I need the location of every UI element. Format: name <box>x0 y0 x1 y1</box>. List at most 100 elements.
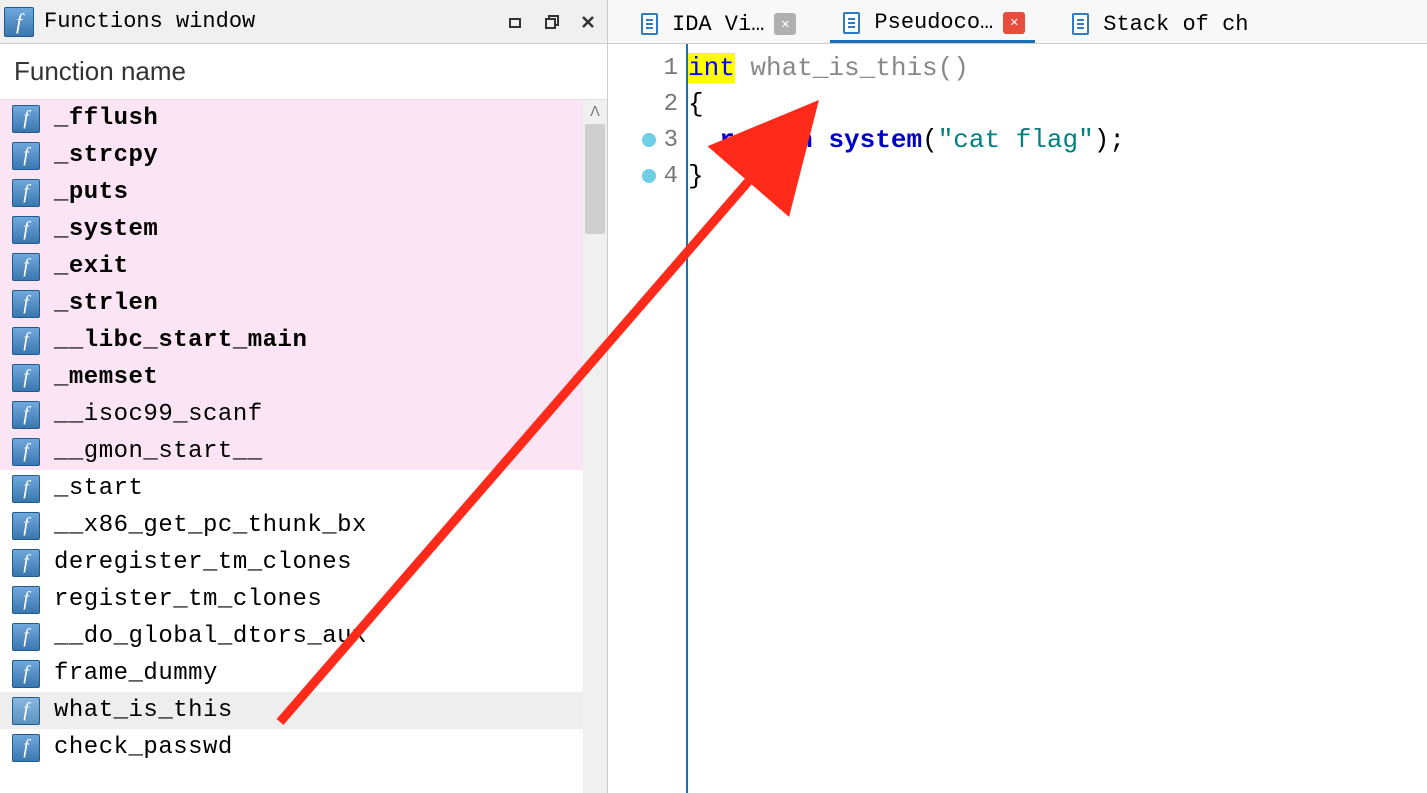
panel-title: Functions window <box>44 9 495 34</box>
scroll-thumb[interactable] <box>585 124 605 234</box>
gutter-row[interactable]: 2 <box>608 86 686 122</box>
function-icon: f <box>12 105 40 133</box>
function-icon: f <box>12 142 40 170</box>
string-literal: "cat flag" <box>938 125 1094 155</box>
function-row[interactable]: f __do_global_dtors_aux <box>0 618 607 655</box>
function-icon: f <box>12 253 40 281</box>
popout-button[interactable] <box>537 7 567 37</box>
function-icon: f <box>12 438 40 466</box>
function-name: _system <box>54 216 158 243</box>
breakpoint-dot[interactable] <box>642 169 656 183</box>
gutter-row[interactable]: 3 <box>608 122 686 158</box>
function-name: _strlen <box>54 290 158 317</box>
keyword-return: return <box>719 125 813 155</box>
function-name: __isoc99_scanf <box>54 401 263 428</box>
function-row[interactable]: f _puts <box>0 174 607 211</box>
line-number: 3 <box>664 127 678 154</box>
tab-label: IDA Vi… <box>672 12 764 37</box>
line-number: 2 <box>664 91 678 118</box>
function-icon: f <box>12 290 40 318</box>
tab-label: Stack of ch <box>1103 12 1248 37</box>
function-name: _memset <box>54 364 158 391</box>
function-name: _fflush <box>54 105 158 132</box>
tabbar: IDA Vi… ✕ Pseudoco… ✕ Stack of ch <box>608 0 1427 44</box>
function-icon: f <box>12 734 40 762</box>
function-icon: f <box>12 623 40 651</box>
function-row[interactable]: f __x86_get_pc_thunk_bx <box>0 507 607 544</box>
function-icon: f <box>4 7 34 37</box>
document-icon <box>1069 12 1093 36</box>
function-row[interactable]: f _system <box>0 211 607 248</box>
function-icon: f <box>12 512 40 540</box>
document-icon <box>840 11 864 35</box>
code-area: 1 2 3 4 int what_is_this(){ return system("… <box>608 44 1427 793</box>
function-name: frame_dummy <box>54 660 218 687</box>
line-number: 4 <box>664 163 678 190</box>
code-line: } <box>688 158 1427 194</box>
function-row[interactable]: f _fflush <box>0 100 607 137</box>
keyword-int: int <box>688 53 735 83</box>
function-row[interactable]: f what_is_this <box>0 692 607 729</box>
function-name: __x86_get_pc_thunk_bx <box>54 512 367 539</box>
function-name: __do_global_dtors_aux <box>54 623 367 650</box>
function-icon: f <box>12 179 40 207</box>
tab-label: Pseudoco… <box>874 10 993 35</box>
fn-call: system <box>828 125 922 155</box>
function-icon: f <box>12 549 40 577</box>
tab[interactable]: Stack of ch <box>1059 5 1258 43</box>
code-line: int what_is_this() <box>688 50 1427 86</box>
close-icon[interactable]: ✕ <box>1003 12 1025 34</box>
function-row[interactable]: f _exit <box>0 248 607 285</box>
functions-panel: f Functions window Function name f _fflus… <box>0 0 608 793</box>
close-button[interactable] <box>573 7 603 37</box>
function-row[interactable]: f __gmon_start__ <box>0 433 607 470</box>
code-line: return system("cat flag"); <box>688 122 1427 158</box>
function-name: deregister_tm_clones <box>54 549 352 576</box>
gutter-row[interactable]: 4 <box>608 158 686 194</box>
document-icon <box>638 12 662 36</box>
function-row[interactable]: f _start <box>0 470 607 507</box>
function-row[interactable]: fframe_dummy <box>0 655 607 692</box>
function-row[interactable]: f deregister_tm_clones <box>0 544 607 581</box>
column-header-function-name[interactable]: Function name <box>0 44 607 100</box>
function-row[interactable]: f register_tm_clones <box>0 581 607 618</box>
fn-signature: what_is_this() <box>735 53 969 83</box>
function-list: f_fflushf_strcpyf_putsf_systemf_exitf_st… <box>0 100 607 766</box>
function-row[interactable]: f __libc_start_main <box>0 322 607 359</box>
close-icon[interactable]: ✕ <box>774 13 796 35</box>
function-name: check_passwd <box>54 734 233 761</box>
gutter: 1 2 3 4 <box>608 44 688 793</box>
function-name: _start <box>54 475 143 502</box>
function-icon: f <box>12 586 40 614</box>
function-icon: f <box>12 364 40 392</box>
function-icon: f <box>12 216 40 244</box>
function-name: register_tm_clones <box>54 586 322 613</box>
function-icon: f <box>12 401 40 429</box>
function-name: what_is_this <box>54 697 233 724</box>
pseudocode[interactable]: int what_is_this(){ return system("cat f… <box>688 44 1427 793</box>
function-name: __libc_start_main <box>54 327 307 354</box>
function-row[interactable]: f __isoc99_scanf <box>0 396 607 433</box>
function-name: _exit <box>54 253 129 280</box>
function-name: _strcpy <box>54 142 158 169</box>
tab[interactable]: Pseudoco… ✕ <box>830 5 1035 43</box>
function-name: __gmon_start__ <box>54 438 263 465</box>
function-name: _puts <box>54 179 129 206</box>
breakpoint-dot[interactable] <box>642 133 656 147</box>
function-row[interactable]: f _strcpy <box>0 137 607 174</box>
function-list-container: f_fflushf_strcpyf_putsf_systemf_exitf_st… <box>0 100 607 793</box>
function-row[interactable]: f _strlen <box>0 285 607 322</box>
function-icon: f <box>12 327 40 355</box>
function-icon: f <box>12 697 40 725</box>
scroll-up-arrow[interactable]: ᐱ <box>583 100 607 124</box>
restore-button[interactable] <box>501 7 531 37</box>
function-row[interactable]: f check_passwd <box>0 729 607 766</box>
right-panel: IDA Vi… ✕ Pseudoco… ✕ Stack of ch 1 2 3 4 int w… <box>608 0 1427 793</box>
tab[interactable]: IDA Vi… ✕ <box>628 5 806 43</box>
line-number: 1 <box>664 55 678 82</box>
gutter-row[interactable]: 1 <box>608 50 686 86</box>
function-row[interactable]: f _memset <box>0 359 607 396</box>
scrollbar[interactable]: ᐱ <box>583 100 607 793</box>
function-icon: f <box>12 475 40 503</box>
code-line: { <box>688 86 1427 122</box>
